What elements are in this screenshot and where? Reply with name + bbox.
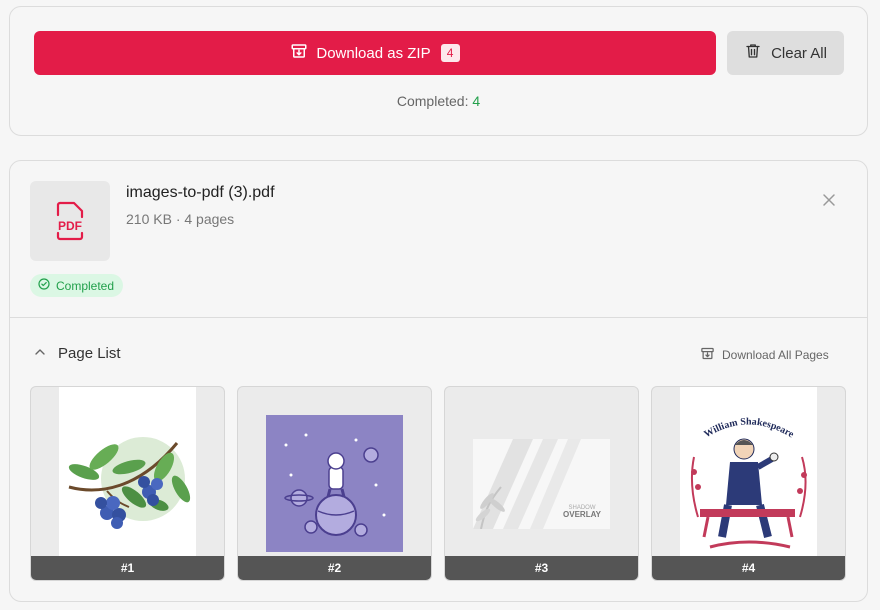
divider [10, 317, 867, 318]
chevron-up-icon [34, 345, 46, 362]
page-image-shakespeare: William Shakespeare [680, 387, 817, 557]
trash-icon [744, 42, 762, 64]
download-panel: Download as ZIP 4 Clear All Completed: 4 [9, 6, 868, 136]
completed-summary: Completed: 4 [10, 93, 867, 109]
pdf-file-icon: PDF [30, 181, 110, 261]
page-image-blueberries [59, 387, 196, 557]
clear-all-label: Clear All [771, 44, 827, 62]
check-circle-icon [38, 278, 50, 293]
page-label: #4 [652, 556, 845, 580]
close-icon[interactable] [820, 191, 838, 209]
file-card: PDF images-to-pdf (3).pdf 210 KB · 4 pag… [9, 160, 868, 602]
completed-label: Completed: [396, 93, 469, 109]
overlay-title: OVERLAY [563, 510, 602, 519]
archive-icon [290, 42, 308, 64]
page-list-title: Page List [58, 345, 121, 362]
page-list-toggle[interactable]: Page List [34, 345, 121, 362]
shakespeare-title: William Shakespeare [702, 416, 796, 440]
page-thumbnail-2[interactable]: #2 [237, 386, 432, 581]
download-zip-button[interactable]: Download as ZIP 4 [34, 31, 716, 75]
download-zip-label: Download as ZIP [316, 44, 431, 62]
file-meta: 210 KB · 4 pages [126, 211, 235, 227]
page-image-shadow-overlay: SHADOW OVERLAY [473, 439, 610, 529]
download-all-pages-button[interactable]: Download All Pages [700, 346, 829, 364]
page-thumbnail-4[interactable]: William Shakespeare #4 [651, 386, 846, 581]
completed-count: 4 [472, 93, 481, 109]
page-image-astronaut [266, 415, 403, 552]
status-label: Completed [56, 278, 115, 293]
page-label: #1 [31, 556, 224, 580]
pdf-icon-text: PDF [58, 219, 82, 233]
svg-text:William Shakespeare: William Shakespeare [702, 416, 796, 440]
page-thumbnail-3[interactable]: SHADOW OVERLAY #3 [444, 386, 639, 581]
page-thumbnail-1[interactable]: #1 [30, 386, 225, 581]
status-badge: Completed [30, 274, 124, 297]
page-label: #3 [445, 556, 638, 580]
zip-count-badge: 4 [440, 44, 460, 62]
file-name: images-to-pdf (3).pdf [126, 184, 275, 201]
download-all-pages-label: Download All Pages [722, 348, 829, 362]
clear-all-button[interactable]: Clear All [727, 31, 844, 75]
page-thumbnails: #1 #2 SHADOW OVERLAY #3 William Shakespe… [30, 386, 848, 581]
archive-icon [700, 346, 715, 364]
page-label: #2 [238, 556, 431, 580]
